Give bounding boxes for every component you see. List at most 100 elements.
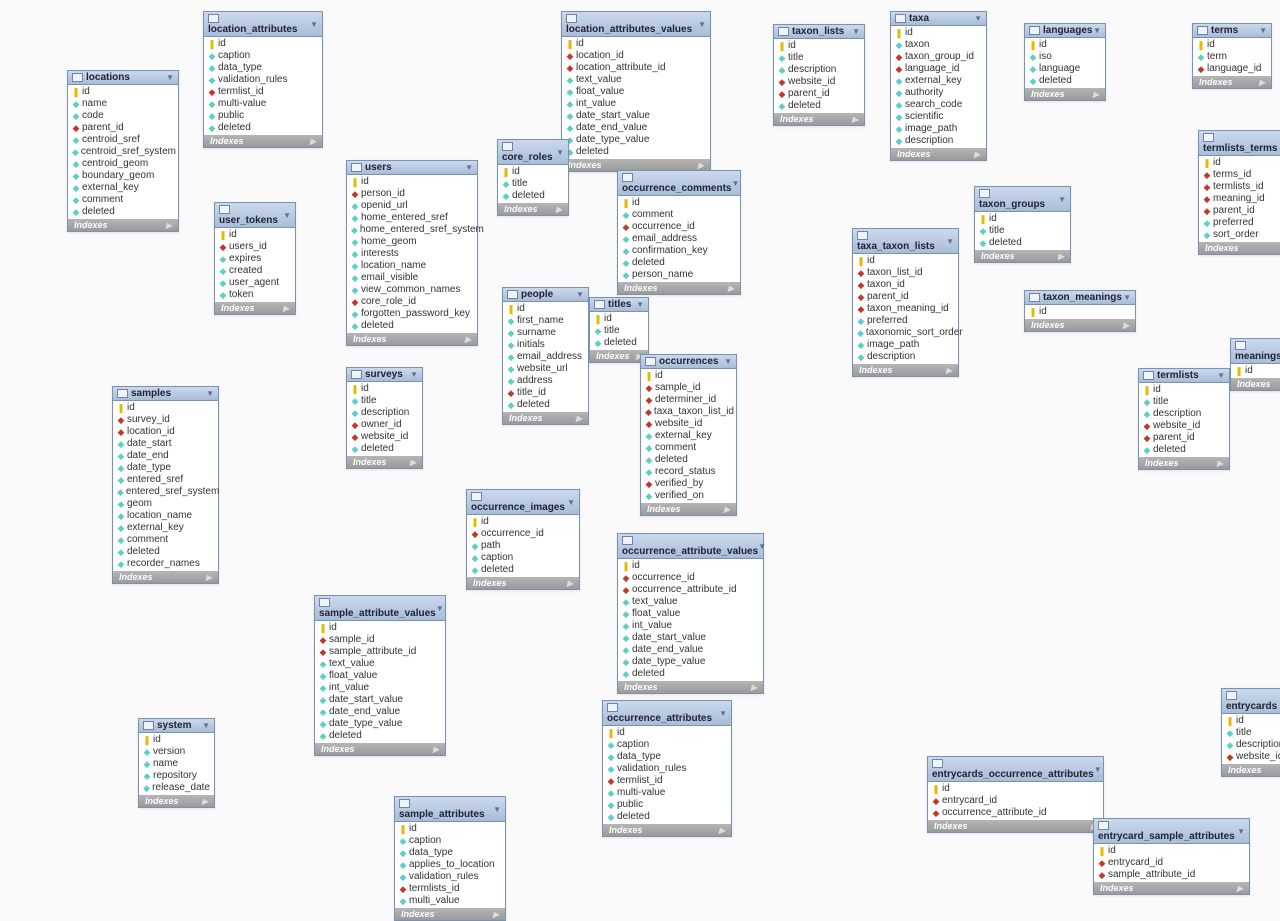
collapse-icon[interactable]: ▼ [758, 542, 766, 551]
table-header[interactable]: people▼ [503, 288, 588, 302]
expand-icon[interactable]: ▶ [283, 304, 289, 313]
column-row[interactable]: ◆home_entered_sref_system [347, 224, 477, 236]
column-row[interactable]: ❚id [498, 166, 568, 178]
column-row[interactable]: ◆deleted [347, 443, 422, 455]
column-row[interactable]: ◆deleted [774, 100, 864, 112]
expand-icon[interactable]: ▶ [1093, 90, 1099, 99]
collapse-icon[interactable]: ▼ [567, 498, 575, 507]
column-row[interactable]: ◆openid_url [347, 200, 477, 212]
table-header[interactable]: sample_attributes▼ [395, 797, 505, 822]
column-row[interactable]: ❚id [1222, 715, 1280, 727]
column-row[interactable]: ◆external_key [68, 182, 178, 194]
column-row[interactable]: ◆int_value [315, 682, 445, 694]
expand-icon[interactable]: ▶ [974, 150, 980, 159]
column-row[interactable]: ◆multi_value [395, 895, 505, 907]
column-row[interactable]: ◆centroid_sref [68, 134, 178, 146]
column-row[interactable]: ◆location_id [562, 50, 710, 62]
column-row[interactable]: ◆name [68, 98, 178, 110]
column-row[interactable]: ◆repository [139, 770, 214, 782]
column-row[interactable]: ◆deleted [562, 146, 710, 158]
indexes-footer[interactable]: Indexes▶ [618, 681, 763, 693]
table-taxon_meanings[interactable]: taxon_meanings▼❚idIndexes▶ [1024, 290, 1136, 332]
column-row[interactable]: ◆title [774, 52, 864, 64]
column-row[interactable]: ◆location_id [113, 426, 218, 438]
indexes-footer[interactable]: Indexes▶ [641, 503, 736, 515]
column-row[interactable]: ◆external_key [113, 522, 218, 534]
indexes-footer[interactable]: Indexes▶ [975, 250, 1070, 262]
column-row[interactable]: ◆forgotten_password_key [347, 308, 477, 320]
column-row[interactable]: ❚id [1199, 157, 1280, 169]
column-row[interactable]: ◆text_value [315, 658, 445, 670]
table-header[interactable]: titles▼ [590, 298, 648, 312]
indexes-footer[interactable]: Indexes▶ [347, 333, 477, 345]
column-row[interactable]: ❚id [347, 176, 477, 188]
column-row[interactable]: ◆email_address [503, 351, 588, 363]
table-occurrences[interactable]: occurrences▼❚id◆sample_id◆determiner_id◆… [640, 354, 737, 516]
table-samples[interactable]: samples▼❚id◆survey_id◆location_id◆date_s… [112, 386, 219, 584]
column-row[interactable]: ◆record_status [641, 466, 736, 478]
column-row[interactable]: ◆deleted [467, 564, 579, 576]
column-row[interactable]: ❚id [1193, 39, 1271, 51]
column-row[interactable]: ◆deleted [498, 190, 568, 202]
column-row[interactable]: ◆data_type [204, 62, 322, 74]
expand-icon[interactable]: ▶ [751, 683, 757, 692]
collapse-icon[interactable]: ▼ [206, 389, 214, 398]
column-row[interactable]: ◆taxon_id [853, 279, 958, 291]
table-system[interactable]: system▼❚id◆version◆name◆repository◆relea… [138, 718, 215, 808]
collapse-icon[interactable]: ▼ [166, 73, 174, 82]
column-row[interactable]: ◆sample_id [315, 634, 445, 646]
table-header[interactable]: system▼ [139, 719, 214, 733]
indexes-footer[interactable]: Indexes▶ [503, 412, 588, 424]
column-row[interactable]: ◆view_common_names [347, 284, 477, 296]
expand-icon[interactable]: ▶ [1058, 252, 1064, 261]
column-row[interactable]: ◆determiner_id [641, 394, 736, 406]
expand-icon[interactable]: ▶ [698, 161, 704, 170]
column-row[interactable]: ❚id [853, 255, 958, 267]
column-row[interactable]: ◆email_address [618, 233, 740, 245]
column-row[interactable]: ◆data_type [603, 751, 731, 763]
column-row[interactable]: ◆recorder_names [113, 558, 218, 570]
column-row[interactable]: ❚id [1025, 39, 1105, 51]
indexes-footer[interactable]: Indexes▶ [1025, 319, 1135, 331]
indexes-footer[interactable]: Indexes▶ [215, 302, 295, 314]
column-row[interactable]: ❚id [503, 303, 588, 315]
table-header[interactable]: locations▼ [68, 71, 178, 85]
column-row[interactable]: ◆taxon_meaning_id [853, 303, 958, 315]
indexes-footer[interactable]: Indexes▶ [1139, 457, 1229, 469]
column-row[interactable]: ◆deleted [315, 730, 445, 742]
table-header[interactable]: sample_attribute_values▼ [315, 596, 445, 621]
column-row[interactable]: ◆comment [68, 194, 178, 206]
column-row[interactable]: ◆termlists_id [1199, 181, 1280, 193]
column-row[interactable]: ◆deleted [68, 206, 178, 218]
column-row[interactable]: ◆interests [347, 248, 477, 260]
column-row[interactable]: ◆date_start [113, 438, 218, 450]
column-row[interactable]: ◆taxonomic_sort_order [853, 327, 958, 339]
column-row[interactable]: ◆title_id [503, 387, 588, 399]
column-row[interactable]: ◆date_start_value [315, 694, 445, 706]
indexes-footer[interactable]: Indexes▶ [204, 135, 322, 147]
indexes-footer[interactable]: Indexes▶ [618, 282, 740, 294]
column-row[interactable]: ◆name [139, 758, 214, 770]
column-row[interactable]: ◆title [1222, 727, 1280, 739]
indexes-footer[interactable]: Indexes▶ [139, 795, 214, 807]
table-header[interactable]: taxon_lists▼ [774, 25, 864, 39]
column-row[interactable]: ◆preferred [1199, 217, 1280, 229]
column-row[interactable]: ◆date_type_value [315, 718, 445, 730]
indexes-footer[interactable]: Indexes▶ [395, 908, 505, 920]
column-row[interactable]: ◆deleted [975, 237, 1070, 249]
collapse-icon[interactable]: ▼ [1093, 26, 1101, 35]
column-row[interactable]: ◆centroid_geom [68, 158, 178, 170]
expand-icon[interactable]: ▶ [433, 745, 439, 754]
column-row[interactable]: ◆title [498, 178, 568, 190]
column-row[interactable]: ◆description [347, 407, 422, 419]
table-location_attributes_values[interactable]: location_attributes_values▼❚id◆location_… [561, 11, 711, 172]
indexes-footer[interactable]: Indexes▶ [891, 148, 986, 160]
column-row[interactable]: ❚id [467, 516, 579, 528]
column-row[interactable]: ◆website_url [503, 363, 588, 375]
column-row[interactable]: ◆parent_id [1199, 205, 1280, 217]
expand-icon[interactable]: ▶ [719, 826, 725, 835]
column-row[interactable]: ◆confirmation_key [618, 245, 740, 257]
table-header[interactable]: occurrences▼ [641, 355, 736, 369]
column-row[interactable]: ◆deleted [590, 337, 648, 349]
table-header[interactable]: surveys▼ [347, 368, 422, 382]
